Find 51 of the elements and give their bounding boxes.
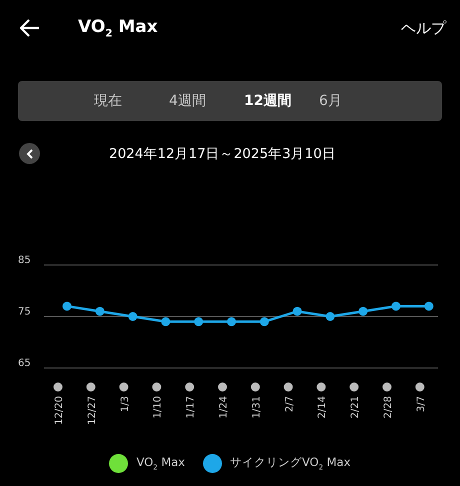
x-axis-label: 2/21 bbox=[350, 396, 362, 418]
page-title: VO$_{2}$ Max bbox=[78, 16, 159, 40]
y-axis-label: 75 bbox=[18, 306, 31, 318]
x-axis-label: 1/17 bbox=[186, 396, 197, 418]
x-axis-label: 1/10 bbox=[152, 396, 164, 418]
marker-dot bbox=[316, 382, 326, 392]
marker-dot bbox=[284, 382, 293, 392]
data-point bbox=[392, 302, 400, 311]
x-axis-label: 1/24 bbox=[218, 396, 230, 418]
marker-dot bbox=[54, 382, 62, 392]
data-point bbox=[326, 312, 335, 321]
data-point bbox=[260, 317, 269, 326]
marker-dot bbox=[382, 382, 392, 392]
data-point bbox=[95, 306, 104, 316]
data-point bbox=[194, 317, 204, 326]
x-axis-label: 2/7 bbox=[284, 396, 296, 412]
data-point bbox=[62, 302, 72, 311]
data-point bbox=[128, 312, 138, 321]
data-point bbox=[292, 306, 302, 316]
help-link[interactable]: ヘルプ bbox=[401, 18, 446, 38]
period-tab[interactable]: 12週間 bbox=[244, 92, 319, 110]
x-axis-label: 12/20 bbox=[54, 396, 65, 425]
x-axis-label: 2/14 bbox=[317, 396, 328, 418]
y-axis-label: 85 bbox=[18, 255, 31, 266]
period-tab[interactable]: 4週間 bbox=[169, 92, 244, 110]
marker-dot bbox=[185, 382, 194, 392]
date-range: 2024年12月17日～2025年3月10日 bbox=[109, 144, 336, 162]
data-point bbox=[161, 317, 170, 326]
chevron-left-icon bbox=[26, 148, 34, 158]
marker-dot bbox=[250, 382, 260, 392]
x-axis-label: 1/31 bbox=[251, 396, 262, 418]
marker-dot bbox=[415, 382, 424, 392]
data-point bbox=[424, 302, 434, 311]
data-point bbox=[358, 306, 368, 316]
x-axis-label: 3/7 bbox=[416, 396, 427, 412]
x-axis-label: 12/27 bbox=[86, 396, 98, 425]
marker-dot bbox=[119, 382, 128, 392]
marker-dot bbox=[218, 382, 227, 392]
x-axis-label: 1/3 bbox=[120, 396, 131, 412]
period-tab[interactable]: 6月 bbox=[319, 92, 394, 110]
y-axis-label: 65 bbox=[18, 358, 31, 369]
legend-label: VO$_{2}$ Max bbox=[136, 455, 185, 472]
marker-dot bbox=[350, 382, 359, 392]
marker-dot bbox=[86, 382, 96, 392]
period-tab[interactable]: 現在 bbox=[94, 92, 169, 110]
x-axis-label: 2/28 bbox=[383, 396, 394, 418]
back-arrow-icon[interactable] bbox=[20, 19, 40, 37]
legend-label: サイクリングVO$_{2}$ Max bbox=[230, 455, 351, 472]
previous-button[interactable] bbox=[19, 143, 40, 164]
data-point bbox=[227, 317, 236, 326]
marker-dot bbox=[152, 382, 162, 392]
